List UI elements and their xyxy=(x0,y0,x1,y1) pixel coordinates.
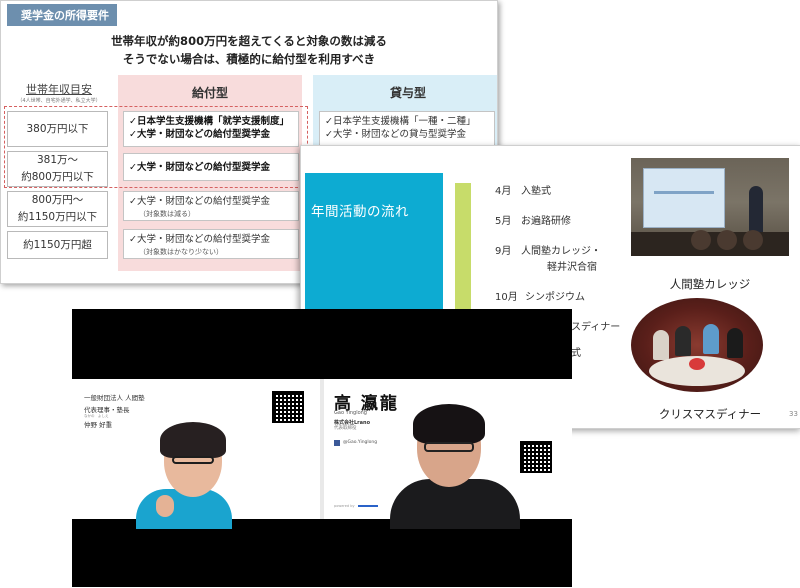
audience xyxy=(631,230,789,256)
participant-1-hand xyxy=(156,495,174,517)
qr-code-icon xyxy=(520,441,552,473)
grant-item: ✓大学・財団などの給付型奨学金 xyxy=(129,196,270,207)
powered-by-label: powered by xyxy=(334,504,355,508)
timeline-event: 4月 入塾式 xyxy=(495,182,551,197)
title-block xyxy=(305,173,443,311)
slide-tag: 奨学金の所得要件 xyxy=(7,4,117,26)
participant-1-hair xyxy=(160,422,226,458)
glasses-icon xyxy=(172,456,214,464)
event-text: シンポジウム xyxy=(525,292,585,303)
participant-title: 代表理事・塾長 xyxy=(84,406,130,414)
loan-item: ✓大学・財団などの貸与型奨学金 xyxy=(325,129,466,140)
timeline-event: スディナー xyxy=(571,318,620,333)
event-text: 人間塾カレッジ・ xyxy=(521,246,601,257)
grant-item: ✓大学・財団などの給付型奨学金 xyxy=(129,234,270,245)
income-column-label: 世帯年収目安 xyxy=(26,83,92,96)
event-month: 5月 xyxy=(495,216,512,227)
income-column-note: （4人世帯、自宅外通学、私立大学） xyxy=(17,98,101,104)
facebook-handle: @Gao.Yinglong xyxy=(343,440,378,445)
christmas-dinner-photo xyxy=(631,298,763,392)
event-month: 4月 xyxy=(495,186,512,197)
organization-name: 一般財団法人 人間塾 xyxy=(84,394,145,402)
timeline-event: 軽井沢合宿 xyxy=(547,258,597,273)
page-number: 33 xyxy=(789,410,798,418)
qr-code-icon xyxy=(272,391,304,423)
event-text: 式 xyxy=(571,348,581,359)
loan-type-header: 貸与型 xyxy=(389,86,426,100)
timeline-event: 式 xyxy=(571,344,581,359)
slide-headline-1: 世帯年収が約800万円を超えてくると対象の数は減る xyxy=(111,34,387,48)
slide-title: 年間活動の流れ xyxy=(311,204,409,220)
timeline-event: 5月 お遍路研修 xyxy=(495,212,571,227)
participant-2-body xyxy=(390,479,520,529)
grant-box-row3: ✓大学・財団などの給付型奨学金 （対象数は減る） xyxy=(123,191,299,221)
income-row-label: 800万円～ 約1150万円以下 xyxy=(7,191,108,227)
event-text: スディナー xyxy=(571,322,621,333)
timeline-event: 10月 シンポジウム xyxy=(495,288,585,303)
event-text: 入塾式 xyxy=(521,186,551,197)
event-month: 10月 xyxy=(495,292,518,303)
loan-box-row1: ✓日本学生支援機構「一種・二種」 ✓大学・財団などの貸与型奨学金 xyxy=(319,111,495,147)
photo-caption: クリスマスディナー xyxy=(658,407,762,421)
projector-screen xyxy=(643,168,725,228)
photo-caption: 人間塾カレッジ xyxy=(669,277,751,291)
highlight-dashed-frame xyxy=(4,106,308,188)
participant-name: 仲野 好重 xyxy=(84,421,113,429)
facebook-icon xyxy=(334,440,340,446)
event-text: お遍路研修 xyxy=(521,216,571,227)
loan-item: ✓日本学生支援機構「一種・二種」 xyxy=(325,116,476,127)
event-text: 軽井沢合宿 xyxy=(547,262,597,273)
company-role: 代表取締役 xyxy=(334,426,357,431)
participant-2-hair xyxy=(413,404,485,444)
slide-headline-2: そうでない場合は、積極的に給付型を利用すべき xyxy=(122,52,376,66)
video-call-frame[interactable]: 一般財団法人 人間塾 代表理事・塾長 なかの よしえ 仲野 好重 高 瀛龍 Ga… xyxy=(72,309,572,587)
participant-name-roman: Gao Yinglong xyxy=(334,410,367,416)
income-row-label: 約1150万円超 xyxy=(7,231,108,259)
panel-divider xyxy=(320,379,324,519)
grant-type-header: 給付型 xyxy=(191,86,228,100)
glasses-icon xyxy=(424,442,474,452)
grant-box-row4: ✓大学・財団などの給付型奨学金 （対象数はかなり少ない） xyxy=(123,229,299,259)
college-photo xyxy=(631,158,789,256)
powered-by-logo xyxy=(358,505,378,507)
timeline-event: 9月 人間塾カレッジ・ xyxy=(495,242,601,257)
timeline-bar xyxy=(455,183,471,316)
grant-note: （対象数は減る） xyxy=(139,210,195,218)
event-month: 9月 xyxy=(495,246,512,257)
grant-note: （対象数はかなり少ない） xyxy=(139,248,223,256)
